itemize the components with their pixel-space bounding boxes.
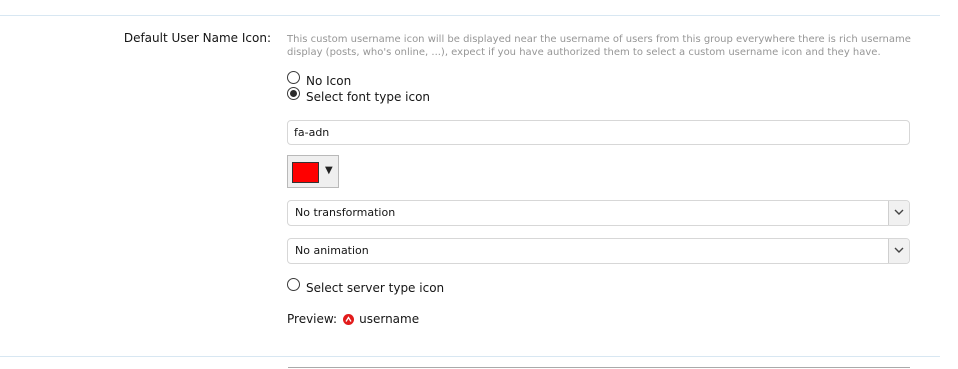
radio-no-icon-label: No Icon	[306, 74, 352, 88]
radio-font-icon-input[interactable]	[287, 86, 300, 100]
preview-username: username	[359, 312, 420, 326]
preview-label: Preview:	[287, 312, 338, 326]
section-divider-bottom	[0, 356, 940, 357]
animation-select-value: No animation	[295, 244, 369, 257]
color-swatch	[292, 162, 319, 183]
icon-name-input[interactable]: fa-adn	[287, 120, 910, 145]
radio-server-icon-label: Select server type icon	[306, 281, 445, 295]
color-picker-caret-icon: ▼	[325, 165, 333, 176]
transformation-select-value: No transformation	[295, 206, 396, 219]
field-explanation: This custom username icon will be displa…	[287, 34, 911, 58]
field-label: Default User Name Icon:	[123, 31, 271, 45]
adn-icon	[343, 313, 355, 325]
radio-no-icon[interactable]: No Icon	[287, 70, 352, 88]
transformation-select[interactable]: No transformation	[287, 200, 910, 226]
icon-preview: Preview: username	[287, 312, 419, 326]
animation-select[interactable]: No animation	[287, 238, 910, 264]
radio-font-icon-label: Select font type icon	[306, 90, 431, 104]
next-field-edge	[288, 367, 910, 368]
chevron-down-icon[interactable]	[888, 239, 909, 263]
radio-font-icon[interactable]: Select font type icon	[287, 86, 431, 104]
icon-color-picker[interactable]: ▼	[287, 155, 339, 188]
radio-server-icon-input[interactable]	[287, 277, 300, 291]
radio-no-icon-input[interactable]	[287, 70, 300, 84]
chevron-down-icon[interactable]	[888, 201, 909, 225]
radio-server-icon[interactable]: Select server type icon	[287, 277, 445, 295]
section-divider-top	[0, 15, 940, 16]
